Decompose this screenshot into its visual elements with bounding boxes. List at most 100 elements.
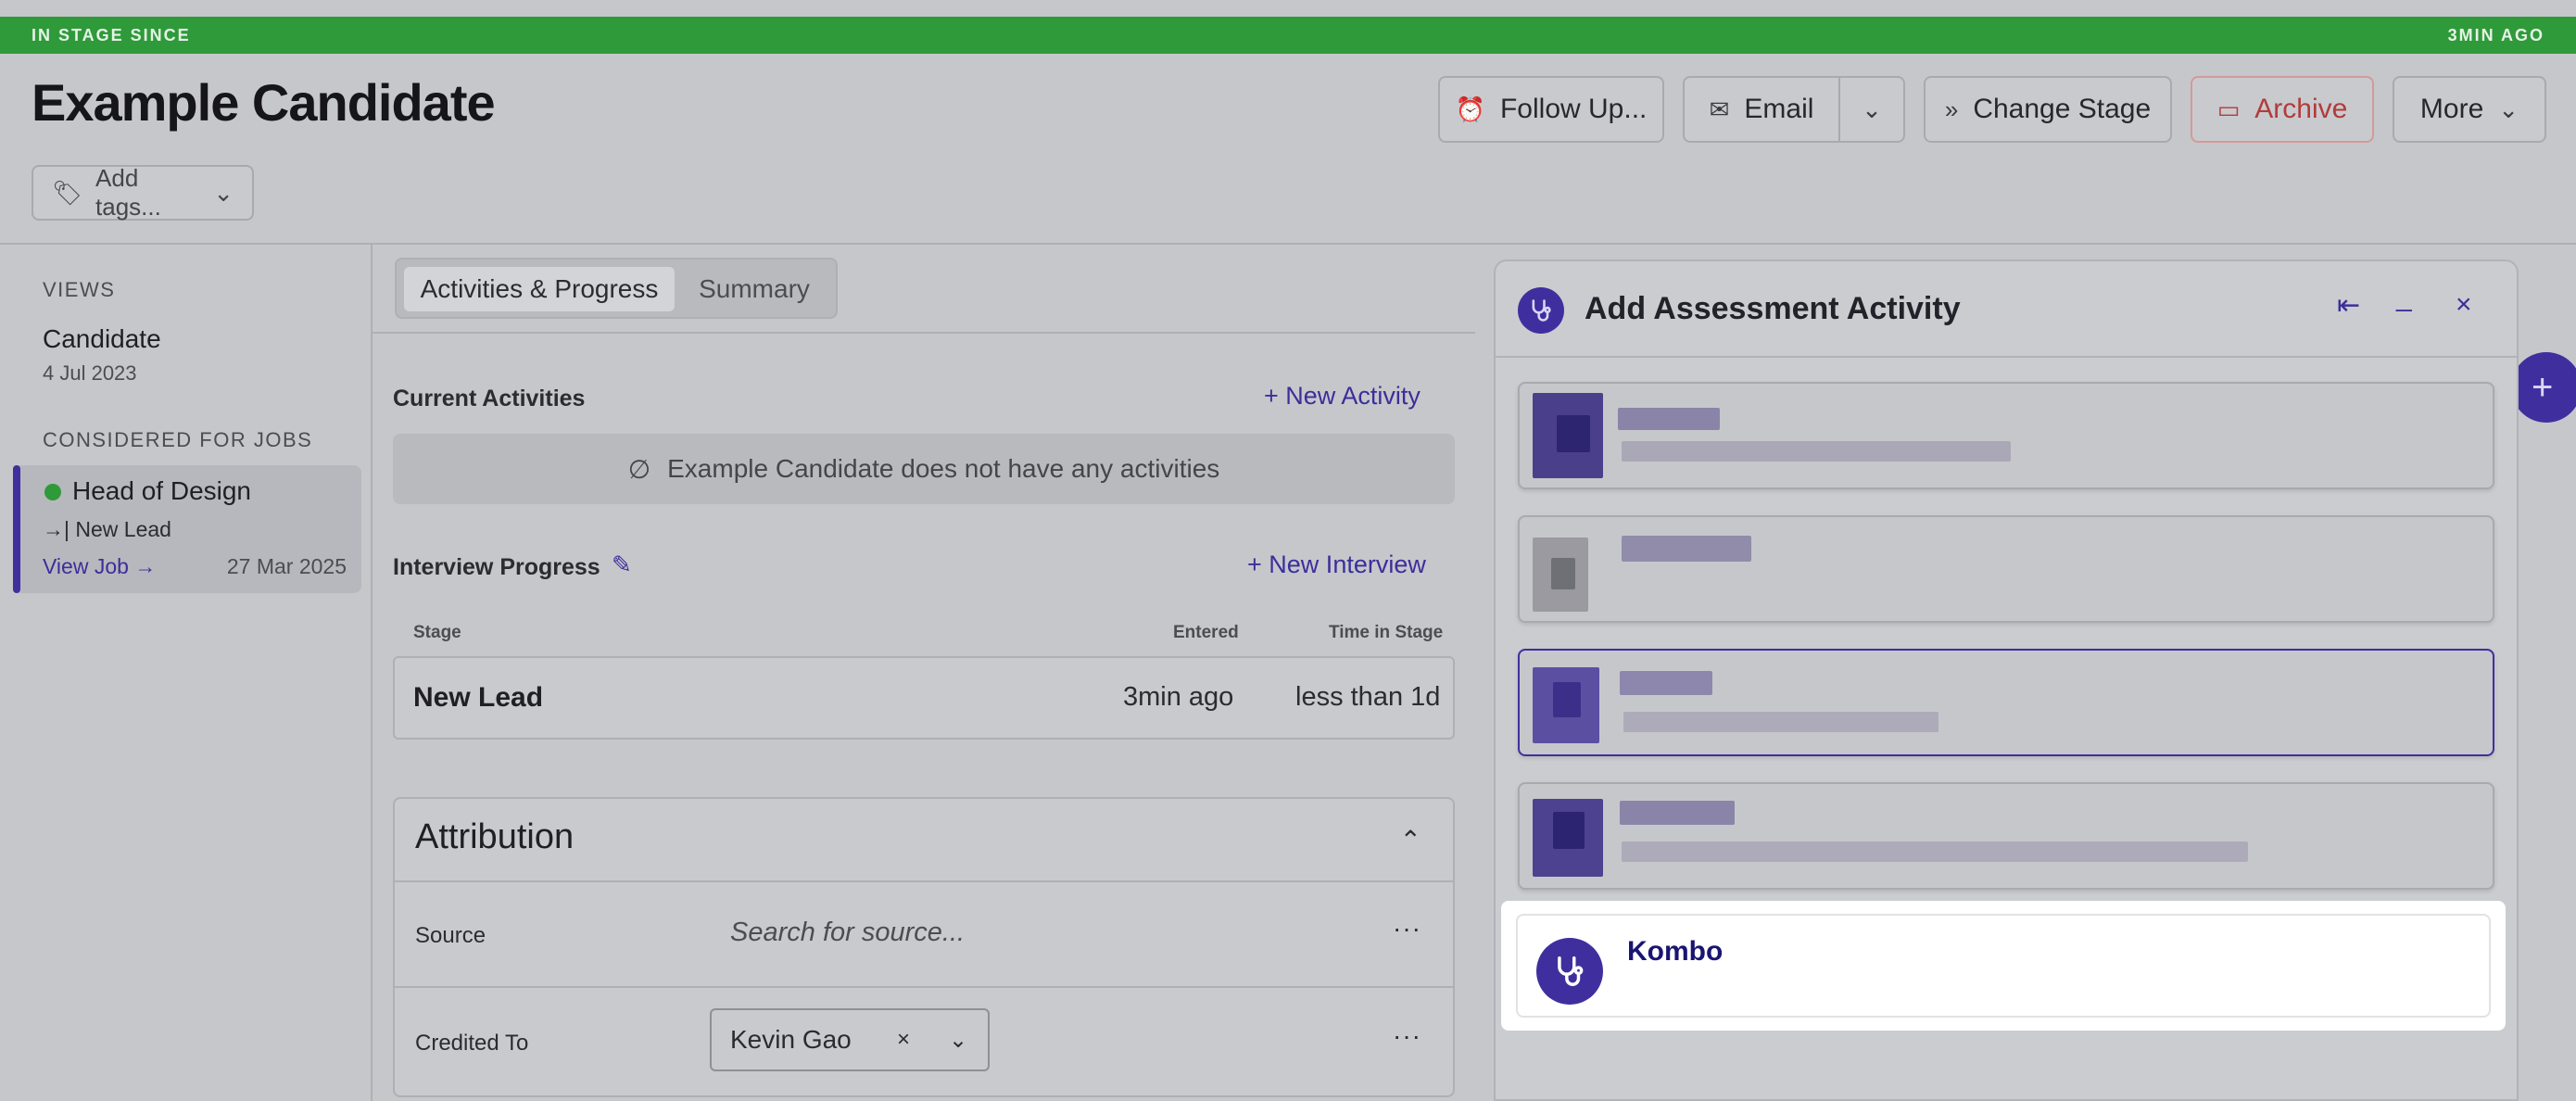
credited-more-icon[interactable]: ···	[1393, 1021, 1421, 1051]
stethoscope-icon	[1536, 938, 1603, 1005]
assessment-option[interactable]	[1518, 782, 2494, 890]
archive-box-icon: ▭	[2216, 95, 2241, 123]
top-strip	[0, 0, 2576, 17]
tab-bar: Activities & Progress Summary	[395, 258, 838, 319]
more-button[interactable]: More ⌄	[2393, 76, 2546, 143]
attribution-divider	[395, 986, 1453, 988]
chevron-down-icon: ⌄	[213, 178, 234, 207]
row-entered: 3min ago	[1123, 682, 1234, 712]
blurred-name	[1622, 536, 1751, 562]
blurred-logo	[1551, 558, 1575, 589]
blurred-logo	[1553, 682, 1581, 717]
kombo-option-highlight: Kombo	[1501, 901, 2506, 1031]
attribution-divider	[395, 880, 1453, 882]
pencil-icon[interactable]: ✎	[612, 550, 632, 579]
row-time-in-stage: less than 1d	[1295, 682, 1441, 712]
credited-to-label: Credited To	[415, 1031, 529, 1056]
attribution-title: Attribution	[415, 817, 575, 856]
source-label: Source	[415, 923, 486, 948]
tab-summary[interactable]: Summary	[680, 267, 828, 311]
follow-up-label: Follow Up...	[1499, 94, 1648, 124]
minimize-icon[interactable]: _	[2396, 282, 2412, 313]
chevron-down-icon: ⌄	[2498, 95, 2519, 123]
arrow-right-icon: →	[134, 554, 157, 578]
table-row[interactable]: New Lead 3min ago less than 1d	[393, 656, 1455, 740]
assessment-option-selected[interactable]	[1518, 649, 2494, 756]
column-header-entered: Entered	[1173, 623, 1239, 642]
change-stage-label: Change Stage	[1973, 94, 2152, 124]
close-icon[interactable]: ×	[2456, 289, 2472, 321]
blurred-logo	[1557, 415, 1590, 452]
new-activity-link[interactable]: + New Activity	[1264, 382, 1421, 411]
source-search-input[interactable]: Search for source...	[730, 918, 965, 948]
tab-activities-progress[interactable]: Activities & Progress	[404, 267, 675, 311]
page-title: Example Candidate	[32, 73, 496, 132]
blurred-description	[1622, 842, 2248, 862]
blurred-description	[1623, 712, 1938, 732]
empty-activities-notice: ∅ Example Candidate does not have any ac…	[393, 434, 1455, 504]
new-interview-label: New Interview	[1269, 550, 1426, 578]
blurred-name	[1620, 671, 1712, 695]
stage-banner-time: 3MIN AGO	[2447, 25, 2544, 44]
email-label: Email	[1744, 94, 1814, 124]
column-header-stage: Stage	[413, 623, 461, 642]
row-stage: New Lead	[413, 682, 544, 713]
attribution-panel: Attribution ⌃ Source Search for source..…	[393, 797, 1455, 1097]
modal-header: Add Assessment Activity ⇤ _ ×	[1496, 261, 2517, 358]
archive-button[interactable]: ▭ Archive	[2191, 76, 2374, 143]
follow-up-button[interactable]: ⏰ Follow Up...	[1438, 76, 1664, 143]
interview-progress-title: Interview Progress	[393, 554, 600, 580]
change-stage-button[interactable]: » Change Stage	[1924, 76, 2172, 143]
kombo-option-name: Kombo	[1627, 936, 1724, 967]
add-fab-button[interactable]: +	[2511, 352, 2576, 423]
job-date: 27 Mar 2025	[226, 554, 347, 578]
header-divider	[0, 243, 2576, 245]
double-chevron-right-icon: »	[1944, 95, 1959, 123]
clear-icon[interactable]: ×	[897, 1027, 910, 1053]
tab-divider	[373, 332, 1475, 334]
view-job-label: View Job	[43, 554, 129, 578]
job-name: Head of Design	[72, 476, 252, 505]
sidebar: VIEWS Candidate 4 Jul 2023 CONSIDERED FO…	[0, 245, 373, 1101]
email-dropdown-button[interactable]: ⌄	[1838, 76, 1905, 143]
credited-to-value: Kevin Gao	[730, 1025, 852, 1054]
chevron-down-icon[interactable]: ⌄	[949, 1027, 967, 1054]
blurred-name	[1618, 408, 1720, 430]
sidebar-item-candidate[interactable]: Candidate	[43, 324, 161, 354]
more-label: More	[2419, 94, 2484, 124]
candidate-date: 4 Jul 2023	[43, 361, 137, 385]
empty-activities-text: Example Candidate does not have any acti…	[667, 454, 1220, 483]
assessment-option[interactable]	[1518, 515, 2494, 623]
chevron-down-icon: ⌄	[1862, 95, 1882, 123]
envelope-icon: ✉	[1709, 95, 1730, 123]
job-stage-label: New Lead	[75, 517, 171, 541]
new-interview-link[interactable]: + New Interview	[1247, 550, 1426, 579]
archive-label: Archive	[2254, 94, 2348, 124]
add-tags-dropdown[interactable]: 🏷 Add tags... ⌄	[32, 164, 254, 221]
empty-set-icon: ∅	[627, 454, 651, 484]
blurred-name	[1620, 801, 1735, 825]
view-job-link[interactable]: View Job →	[43, 554, 156, 579]
assessment-option[interactable]	[1518, 382, 2494, 489]
email-button[interactable]: ✉ Email	[1683, 76, 1840, 143]
plus-icon: +	[2532, 366, 2554, 408]
kombo-option[interactable]: Kombo	[1516, 914, 2491, 1018]
plus-icon: +	[1264, 382, 1279, 410]
credited-to-select[interactable]: Kevin Gao × ⌄	[710, 1008, 990, 1071]
jobs-heading: CONSIDERED FOR JOBS	[43, 428, 313, 451]
job-card[interactable]: Head of Design →| New Lead View Job → 27…	[13, 465, 361, 593]
chevron-up-icon[interactable]: ⌃	[1400, 825, 1421, 855]
job-stage: →| New Lead	[43, 517, 171, 541]
column-header-time-in-stage: Time in Stage	[1329, 623, 1444, 642]
add-tags-label: Add tags...	[95, 164, 161, 221]
dock-left-icon[interactable]: ⇤	[2337, 289, 2360, 322]
source-more-icon[interactable]: ···	[1393, 914, 1421, 943]
stage-banner: IN STAGE SINCE 3MIN AGO	[0, 17, 2576, 54]
alarm-clock-icon: ⏰	[1455, 95, 1485, 123]
modal-title: Add Assessment Activity	[1585, 291, 1961, 326]
new-activity-label: New Activity	[1285, 382, 1421, 410]
stage-banner-label: IN STAGE SINCE	[32, 25, 191, 44]
blurred-logo	[1553, 812, 1585, 849]
selected-indicator	[13, 465, 20, 593]
stethoscope-icon	[1518, 287, 1564, 334]
